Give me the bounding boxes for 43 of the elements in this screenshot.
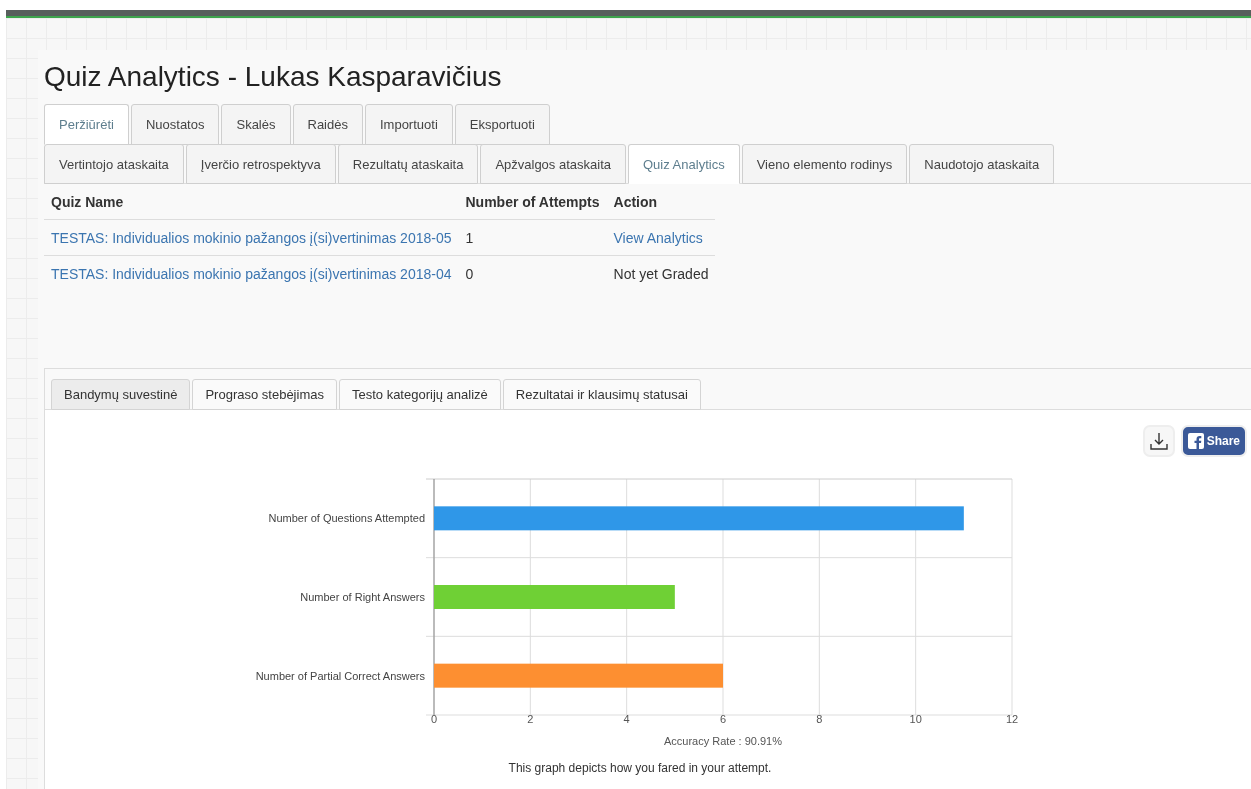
category-label: Number of Right Answers [300,591,425,603]
tab[interactable]: Quiz Analytics [628,144,740,184]
tab[interactable]: Rezultatų ataskaita [337,144,479,184]
tab[interactable]: Testo kategorijų analizė [338,379,501,410]
page-title: Quiz Analytics - Lukas Kasparavičius [44,60,503,94]
tick-label: 4 [623,713,630,725]
tab[interactable]: Skalės [221,104,291,145]
tab[interactable]: Įverčio retrospektyva [185,144,336,184]
axis-label: Accuracy Rate : 90.91% [664,735,782,747]
chart-caption: This graph depicts how you fared in your attempt. [508,761,772,775]
tab[interactable]: Naudotojo ataskaita [909,144,1055,184]
download-button[interactable] [1142,425,1175,457]
table-cell: 0 [458,255,607,291]
tab[interactable]: Nuostatos [130,104,220,145]
quiz-link[interactable]: TESTAS: Individualios mokinio pažangos į(si)vertinimas 2018-04 [51,265,452,282]
tick-label: 0 [430,713,438,725]
tab[interactable]: Eksportuoti [454,104,550,145]
column-header: Action [606,184,716,220]
tick-label: 6 [719,713,727,725]
table-cell: 1 [458,219,607,256]
quiz-link[interactable]: TESTAS: Individualios mokinio pažangos į(si)vertinimas 2018-05 [51,229,452,246]
status-text: Not yet Graded [613,265,709,282]
facebook-icon [1187,433,1204,449]
view-analytics-link[interactable]: View Analytics [613,229,703,246]
tab[interactable]: Apžvalgos ataskaita [480,144,626,184]
tab[interactable]: Rezultatai ir klausimų statusai [502,379,701,410]
category-label: Number of Questions Attempted [268,512,425,525]
tab[interactable]: Importuoti [364,104,453,145]
tab[interactable]: Raidės [292,104,363,145]
column-header: Quiz Name [44,184,459,220]
tab[interactable]: Vieno elemento rodinys [741,144,908,184]
tick-label: 8 [816,713,823,725]
tick-label: 2 [527,713,534,725]
share-button[interactable]: Share [1180,425,1247,457]
tab[interactable]: Bandymų suvestinė [51,379,191,410]
tick-label: 12 [1005,713,1019,725]
column-header: Number of Attempts [458,184,607,220]
tick-label: 10 [909,713,922,725]
tab[interactable]: Peržiūrėti [44,104,129,145]
category-label: Number of Partial Correct Answers [255,669,425,682]
download-icon [1149,432,1168,450]
tab[interactable]: Prograso stebėjimas [192,379,337,410]
tab[interactable]: Vertintojo ataskaita [44,144,184,184]
